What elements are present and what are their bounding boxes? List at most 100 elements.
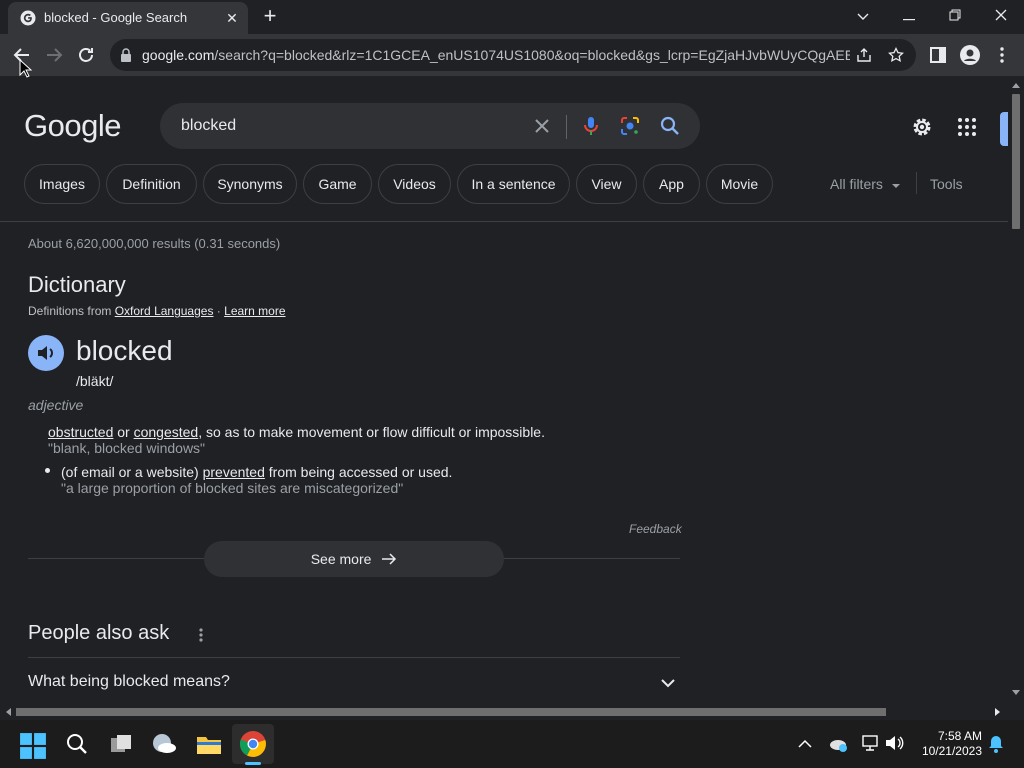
chip-videos[interactable]: Videos <box>378 164 451 204</box>
chip-images[interactable]: Images <box>24 164 100 204</box>
volume-icon[interactable] <box>884 734 904 752</box>
search-icon[interactable] <box>658 114 682 138</box>
def2-rest: from being accessed or used. <box>264 464 453 480</box>
browser-tab[interactable]: blocked - Google Search ✕ <box>8 2 248 34</box>
weather-widget-icon[interactable] <box>151 730 179 758</box>
search-input[interactable]: blocked <box>181 117 236 135</box>
new-tab-button[interactable]: + <box>258 5 282 29</box>
url-host: google.com <box>142 47 215 63</box>
search-box[interactable]: blocked <box>160 103 700 149</box>
filters-separator <box>916 172 917 194</box>
voice-search-mic-icon[interactable] <box>579 114 603 138</box>
settings-gear-icon[interactable] <box>910 115 934 139</box>
more-vert-icon[interactable] <box>196 626 206 644</box>
share-icon[interactable] <box>856 47 872 63</box>
more-vert-icon[interactable] <box>990 43 1014 67</box>
oxford-languages-link[interactable]: Oxford Languages <box>115 304 214 318</box>
page-content: Google blocked Images Definition Synonym… <box>0 76 1008 704</box>
def2-pre: (of email or a website) <box>61 464 203 480</box>
prevented-link[interactable]: prevented <box>203 464 265 480</box>
close-window-button[interactable] <box>978 2 1024 30</box>
browser-toolbar: google.com/search?q=blocked&rlz=1C1GCEA_… <box>0 34 1024 76</box>
congested-link[interactable]: congested <box>134 424 199 440</box>
scroll-left-arrow-icon[interactable] <box>5 708 11 716</box>
active-app-indicator <box>245 762 261 765</box>
onedrive-cloud-icon[interactable] <box>828 735 848 753</box>
forward-arrow-icon[interactable] <box>42 43 66 67</box>
chip-view[interactable]: View <box>576 164 637 204</box>
horizontal-scroll-thumb[interactable] <box>16 708 886 716</box>
google-lens-icon[interactable] <box>618 114 642 138</box>
clear-search-icon[interactable] <box>530 114 554 138</box>
learn-more-link[interactable]: Learn more <box>224 304 285 318</box>
all-filters-label: All filters <box>830 176 883 192</box>
mouse-cursor-icon <box>19 59 33 78</box>
tab-title: blocked - Google Search <box>44 10 188 25</box>
scroll-down-arrow-icon[interactable] <box>1012 690 1020 696</box>
tab-close-icon[interactable]: ✕ <box>222 8 242 28</box>
search-separator <box>566 115 567 139</box>
windows-start-icon[interactable] <box>19 732 47 760</box>
scroll-right-arrow-icon[interactable] <box>995 708 1001 716</box>
see-more-label: See more <box>310 551 372 567</box>
side-panel-icon[interactable] <box>926 43 950 67</box>
list-bullet <box>45 468 50 473</box>
file-explorer-icon[interactable] <box>195 730 223 758</box>
obstructed-link[interactable]: obstructed <box>48 424 113 440</box>
taskbar: 7:58 AM 10/21/2023 <box>0 720 1024 768</box>
google-favicon-icon <box>20 10 36 26</box>
tab-search-chevron-icon[interactable] <box>840 2 886 30</box>
pronounce-button[interactable] <box>28 335 64 371</box>
notification-bell-icon[interactable] <box>988 735 1004 753</box>
arrow-right-icon <box>382 553 397 565</box>
google-logo[interactable]: Google <box>24 108 121 144</box>
bookmark-star-icon[interactable] <box>888 47 904 63</box>
definition-1: obstructed or congested, so as to make m… <box>48 424 545 440</box>
chip-game[interactable]: Game <box>303 164 372 204</box>
clock-time: 7:58 AM <box>937 729 982 743</box>
system-clock[interactable]: 7:58 AM 10/21/2023 <box>912 729 982 759</box>
part-of-speech: adjective <box>28 397 84 413</box>
side-accent-marker <box>1000 112 1008 146</box>
def1-or: or <box>113 424 134 440</box>
see-more-button[interactable]: See more <box>204 541 504 577</box>
dictionary-source-line: Definitions from Oxford Languages · Lear… <box>28 304 286 318</box>
profile-avatar-icon[interactable] <box>958 43 982 67</box>
chip-in-a-sentence[interactable]: In a sentence <box>457 164 570 204</box>
restore-button[interactable] <box>932 2 978 30</box>
scroll-up-arrow-icon[interactable] <box>1012 82 1020 88</box>
address-bar[interactable]: google.com/search?q=blocked&rlz=1C1GCEA_… <box>110 39 916 71</box>
chip-definition[interactable]: Definition <box>106 164 197 204</box>
paa-question[interactable]: What being blocked means? <box>28 673 230 691</box>
chip-app[interactable]: App <box>643 164 700 204</box>
people-also-ask-heading: People also ask <box>28 622 170 644</box>
horizontal-scrollbar[interactable] <box>0 704 1008 720</box>
vertical-scroll-thumb[interactable] <box>1012 94 1020 229</box>
all-filters-button[interactable]: All filters <box>830 176 901 192</box>
url-text: google.com/search?q=blocked&rlz=1C1GCEA_… <box>142 47 850 63</box>
vertical-scrollbar[interactable] <box>1008 76 1024 704</box>
network-icon[interactable] <box>860 734 880 752</box>
chevron-up-icon[interactable] <box>798 739 812 749</box>
reload-icon[interactable] <box>74 43 98 67</box>
example-1: "blank, blocked windows" <box>48 440 206 456</box>
minimize-button[interactable] <box>886 2 932 30</box>
chip-synonyms[interactable]: Synonyms <box>203 164 297 204</box>
separator-dot: · <box>213 304 225 318</box>
chrome-icon[interactable] <box>239 730 267 758</box>
taskbar-search-icon[interactable] <box>63 730 91 758</box>
feedback-link[interactable]: Feedback <box>629 522 682 536</box>
task-view-icon[interactable] <box>107 730 135 758</box>
result-stats: About 6,620,000,000 results (0.31 second… <box>28 236 281 251</box>
dictionary-heading: Dictionary <box>28 272 126 297</box>
example-2: "a large proportion of blocked sites are… <box>61 480 404 496</box>
speaker-icon <box>38 346 53 360</box>
def1-rest: , so as to make movement or flow difficu… <box>198 424 545 440</box>
tools-button[interactable]: Tools <box>930 176 963 192</box>
phonetic: /bläkt/ <box>76 373 114 389</box>
chip-movie[interactable]: Movie <box>706 164 773 204</box>
google-apps-grid-icon[interactable] <box>958 118 976 136</box>
lock-icon[interactable] <box>120 48 132 62</box>
definition-2: (of email or a website) prevented from b… <box>61 464 452 480</box>
chevron-down-icon[interactable] <box>658 673 678 693</box>
